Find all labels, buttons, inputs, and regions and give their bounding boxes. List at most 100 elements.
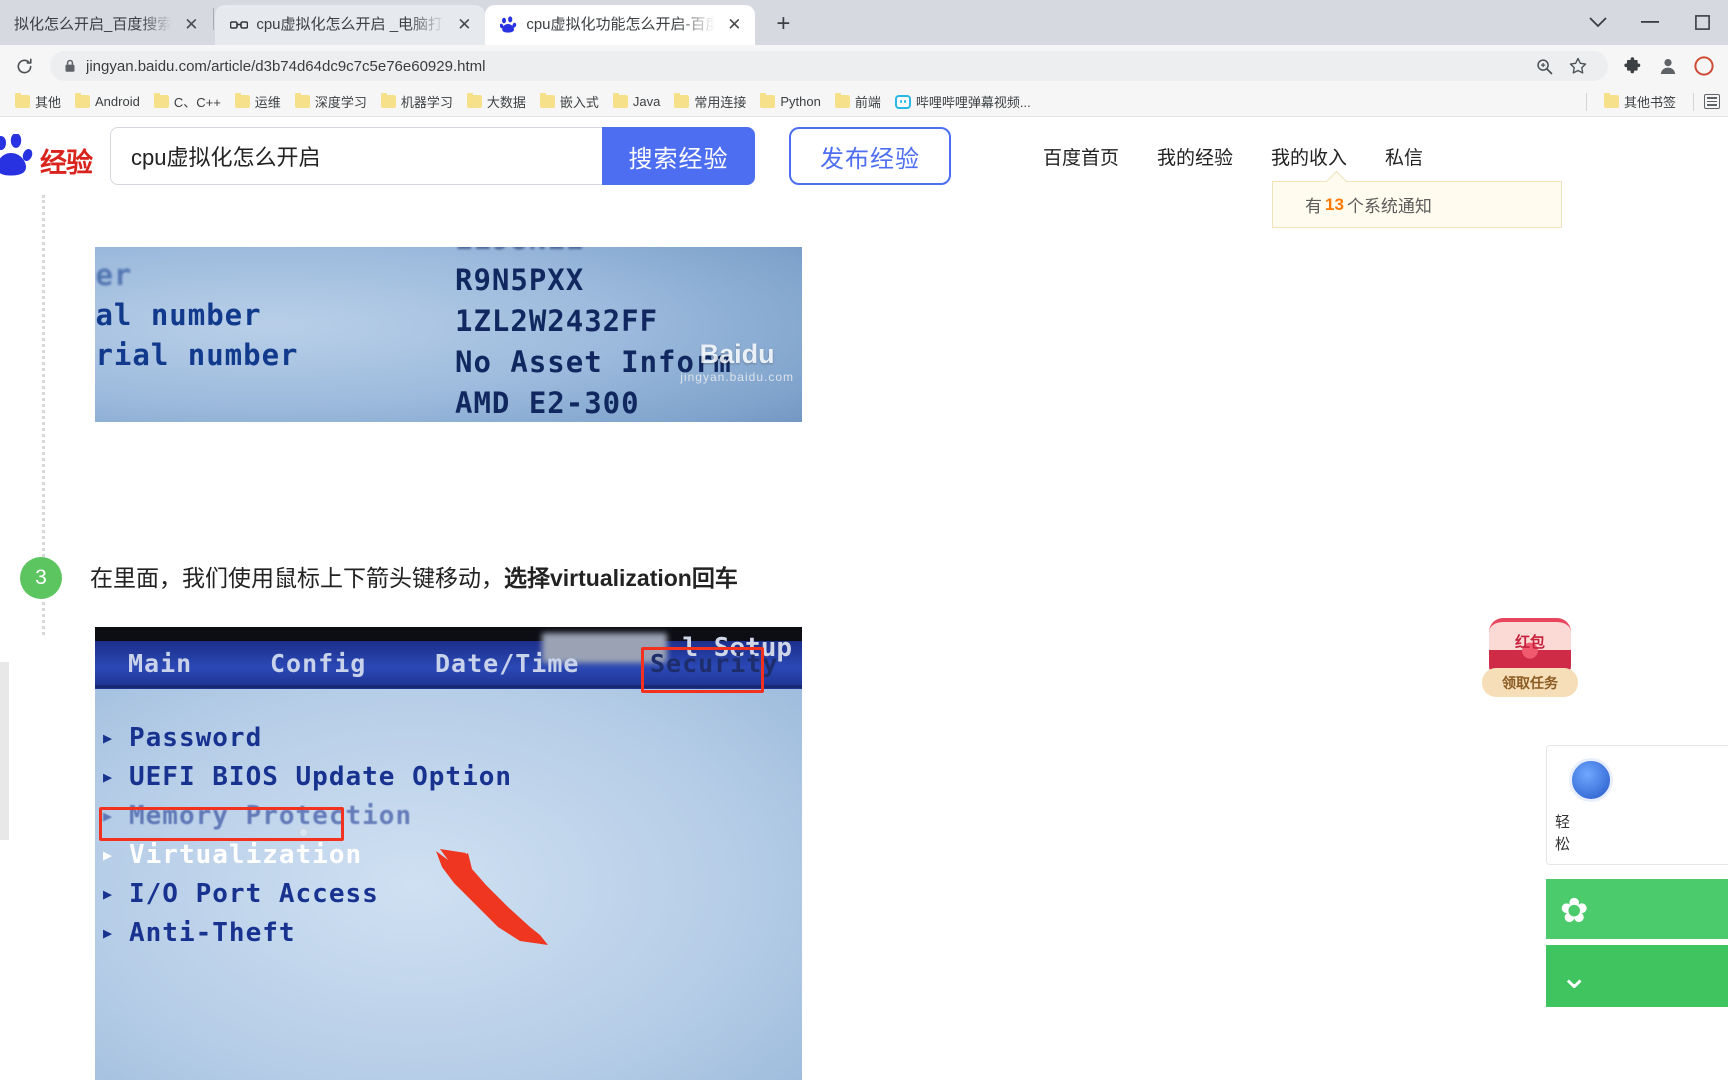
nav-item-baidu-home[interactable]: 百度首页: [1043, 143, 1119, 170]
mouse-cursor-indicator: [298, 827, 309, 838]
watermark-main: Baidu: [699, 339, 775, 369]
bookmark-label: 机器学习: [400, 95, 453, 110]
bookmark-item-4[interactable]: 深度学习: [288, 90, 374, 113]
promo-avatar-icon: [1569, 758, 1613, 802]
bios-option-virtualization: ▶ Virtualization: [103, 842, 512, 868]
profile-ring-icon[interactable]: [1688, 50, 1720, 82]
publish-experience-button[interactable]: 发布经验: [789, 127, 951, 185]
chevron-down-icon: ⌄: [1560, 958, 1589, 996]
bookmark-item-10[interactable]: Python: [753, 92, 827, 111]
browser-tab-2[interactable]: cpu虚拟化怎么开启 _电脑打开cp ✕: [215, 5, 486, 45]
bios-menu-main: Main: [128, 649, 193, 678]
star-icon[interactable]: [1562, 50, 1594, 82]
folder-icon: [234, 93, 250, 108]
article-image-bios-security[interactable]: ThinkPad l Setup Main Config Date/Time S…: [95, 627, 802, 1080]
other-bookmarks-label: 其他书签: [1623, 95, 1676, 110]
article-image-bios-info[interactable]: ser ial number erial number 1198N11 R9N5…: [95, 247, 802, 422]
bios-info-labels: ser ial number erial number: [95, 255, 299, 375]
nav-item-my-experience[interactable]: 我的经验: [1157, 143, 1233, 170]
tab-separator: [213, 7, 215, 30]
bookmark-label: 其他: [35, 95, 62, 110]
folder-icon: [153, 93, 169, 108]
bios-info-label-dim: ser: [95, 258, 133, 292]
promo-card-text: 轻 松: [1555, 812, 1570, 856]
bios-info-label-0: ial number: [95, 298, 262, 332]
bookmark-item-2[interactable]: C、C++: [147, 90, 228, 113]
folder-icon: [75, 93, 91, 108]
bookmark-label: 哔哩哔哩弹幕视频...: [915, 95, 1031, 110]
bookmark-item-12[interactable]: 哔哩哔哩弹幕视频...: [888, 90, 1038, 113]
baidu-jingyan-logo[interactable]: 经验: [0, 134, 93, 178]
hongbao-task-button[interactable]: 领取任务: [1482, 668, 1578, 697]
bookmark-item-8[interactable]: Java: [606, 92, 667, 111]
bios-option-io-port-access: ▶ I/O Port Access: [103, 881, 512, 907]
tab-close-icon[interactable]: ✕: [453, 14, 475, 36]
folder-icon: [760, 93, 776, 108]
folder-icon: [612, 93, 628, 108]
bios-info-value-3: AMD E2-300: [455, 386, 640, 420]
tab-title: cpu虚拟化怎么开启 _电脑打开cp: [256, 16, 445, 33]
bookmark-item-9[interactable]: 常用连接: [667, 90, 753, 113]
new-tab-button[interactable]: +: [765, 6, 801, 42]
puzzle-icon[interactable]: [1616, 50, 1648, 82]
bookmark-label: C、C++: [173, 95, 221, 110]
triangle-right-icon: ▶: [103, 729, 114, 747]
reload-icon[interactable]: [8, 50, 40, 82]
bios-option-label: Virtualization: [129, 840, 363, 870]
nav-item-messages[interactable]: 私信: [1385, 143, 1423, 170]
search-button[interactable]: 搜索经验: [602, 127, 755, 185]
step-text-plain: 在里面，我们使用鼠标上下箭头键移动，: [90, 565, 504, 591]
reading-list-icon[interactable]: [1704, 94, 1720, 109]
divider: [1693, 92, 1694, 111]
triangle-right-icon: ▶: [103, 846, 114, 864]
site-nav: 百度首页 我的经验 我的收入 私信: [1043, 143, 1423, 170]
address-bar[interactable]: jingyan.baidu.com/article/d3b74d64dc9c7c…: [50, 51, 1608, 81]
tab-close-icon[interactable]: ✕: [180, 14, 202, 36]
highlight-box-security: [641, 647, 764, 693]
bookmark-label: 深度学习: [314, 95, 367, 110]
address-bar-url: jingyan.baidu.com/article/d3b74d64dc9c7c…: [86, 57, 486, 75]
bookmark-item-3[interactable]: 运维: [228, 90, 288, 113]
tab-search-chevron-icon[interactable]: [1572, 0, 1624, 45]
browser-tab-1[interactable]: 拟化怎么开启_百度搜索 ✕: [0, 5, 213, 45]
bookmarks-bar-right: 其他书签: [1580, 90, 1720, 113]
other-bookmarks-button[interactable]: 其他书签: [1597, 90, 1683, 113]
side-promo-card[interactable]: 轻 松: [1546, 745, 1728, 865]
search-input[interactable]: [110, 127, 602, 185]
window-controls: [1572, 0, 1728, 45]
nav-item-my-income[interactable]: 我的收入: [1271, 143, 1347, 170]
side-green-banner-2[interactable]: ⌄: [1546, 945, 1728, 1007]
hongbao-widget[interactable]: 红包 领取任务: [1482, 618, 1578, 697]
logo-text: 经验: [40, 148, 93, 178]
baidu-paw-icon: [499, 16, 518, 35]
bios-option-label: I/O Port Access: [129, 879, 379, 909]
window-minimize-icon[interactable]: [1624, 0, 1676, 45]
bios-option-password: ▶ Password: [103, 725, 512, 751]
bookmark-label: 嵌入式: [559, 95, 599, 110]
bookmark-item-5[interactable]: 机器学习: [374, 90, 460, 113]
window-maximize-icon[interactable]: [1676, 0, 1728, 45]
bookmark-item-6[interactable]: 大数据: [460, 90, 533, 113]
bookmark-item-0[interactable]: 其他: [8, 90, 68, 113]
bios-info-label-1: erial number: [95, 338, 299, 372]
bookmark-item-1[interactable]: Android: [68, 92, 147, 111]
bios-security-screen: ThinkPad l Setup Main Config Date/Time S…: [95, 627, 802, 1080]
tab-title: 拟化怎么开启_百度搜索: [14, 16, 173, 33]
avatar-icon[interactable]: [1652, 50, 1684, 82]
triangle-right-icon: ▶: [103, 768, 114, 786]
tab-close-icon[interactable]: ✕: [723, 14, 745, 36]
folder-icon: [466, 93, 482, 108]
system-notification-tooltip[interactable]: 有 13 个系统通知: [1272, 181, 1562, 228]
browser-tab-3[interactable]: cpu虚拟化功能怎么开启-百度经 ✕: [485, 5, 756, 45]
bookmark-item-11[interactable]: 前端: [828, 90, 888, 113]
bilibili-icon: [894, 94, 911, 109]
tooltip-suffix: 个系统通知: [1346, 197, 1432, 216]
triangle-right-icon: ▶: [103, 885, 114, 903]
folder-icon: [674, 93, 690, 108]
bookmark-item-7[interactable]: 嵌入式: [533, 90, 606, 113]
zoom-icon[interactable]: [1528, 50, 1560, 82]
bookmark-label: Android: [95, 94, 140, 109]
folder-icon: [834, 93, 850, 108]
step-text-bold: 选择virtualization回车: [504, 565, 738, 591]
side-green-banner-1[interactable]: ✿: [1546, 879, 1728, 939]
